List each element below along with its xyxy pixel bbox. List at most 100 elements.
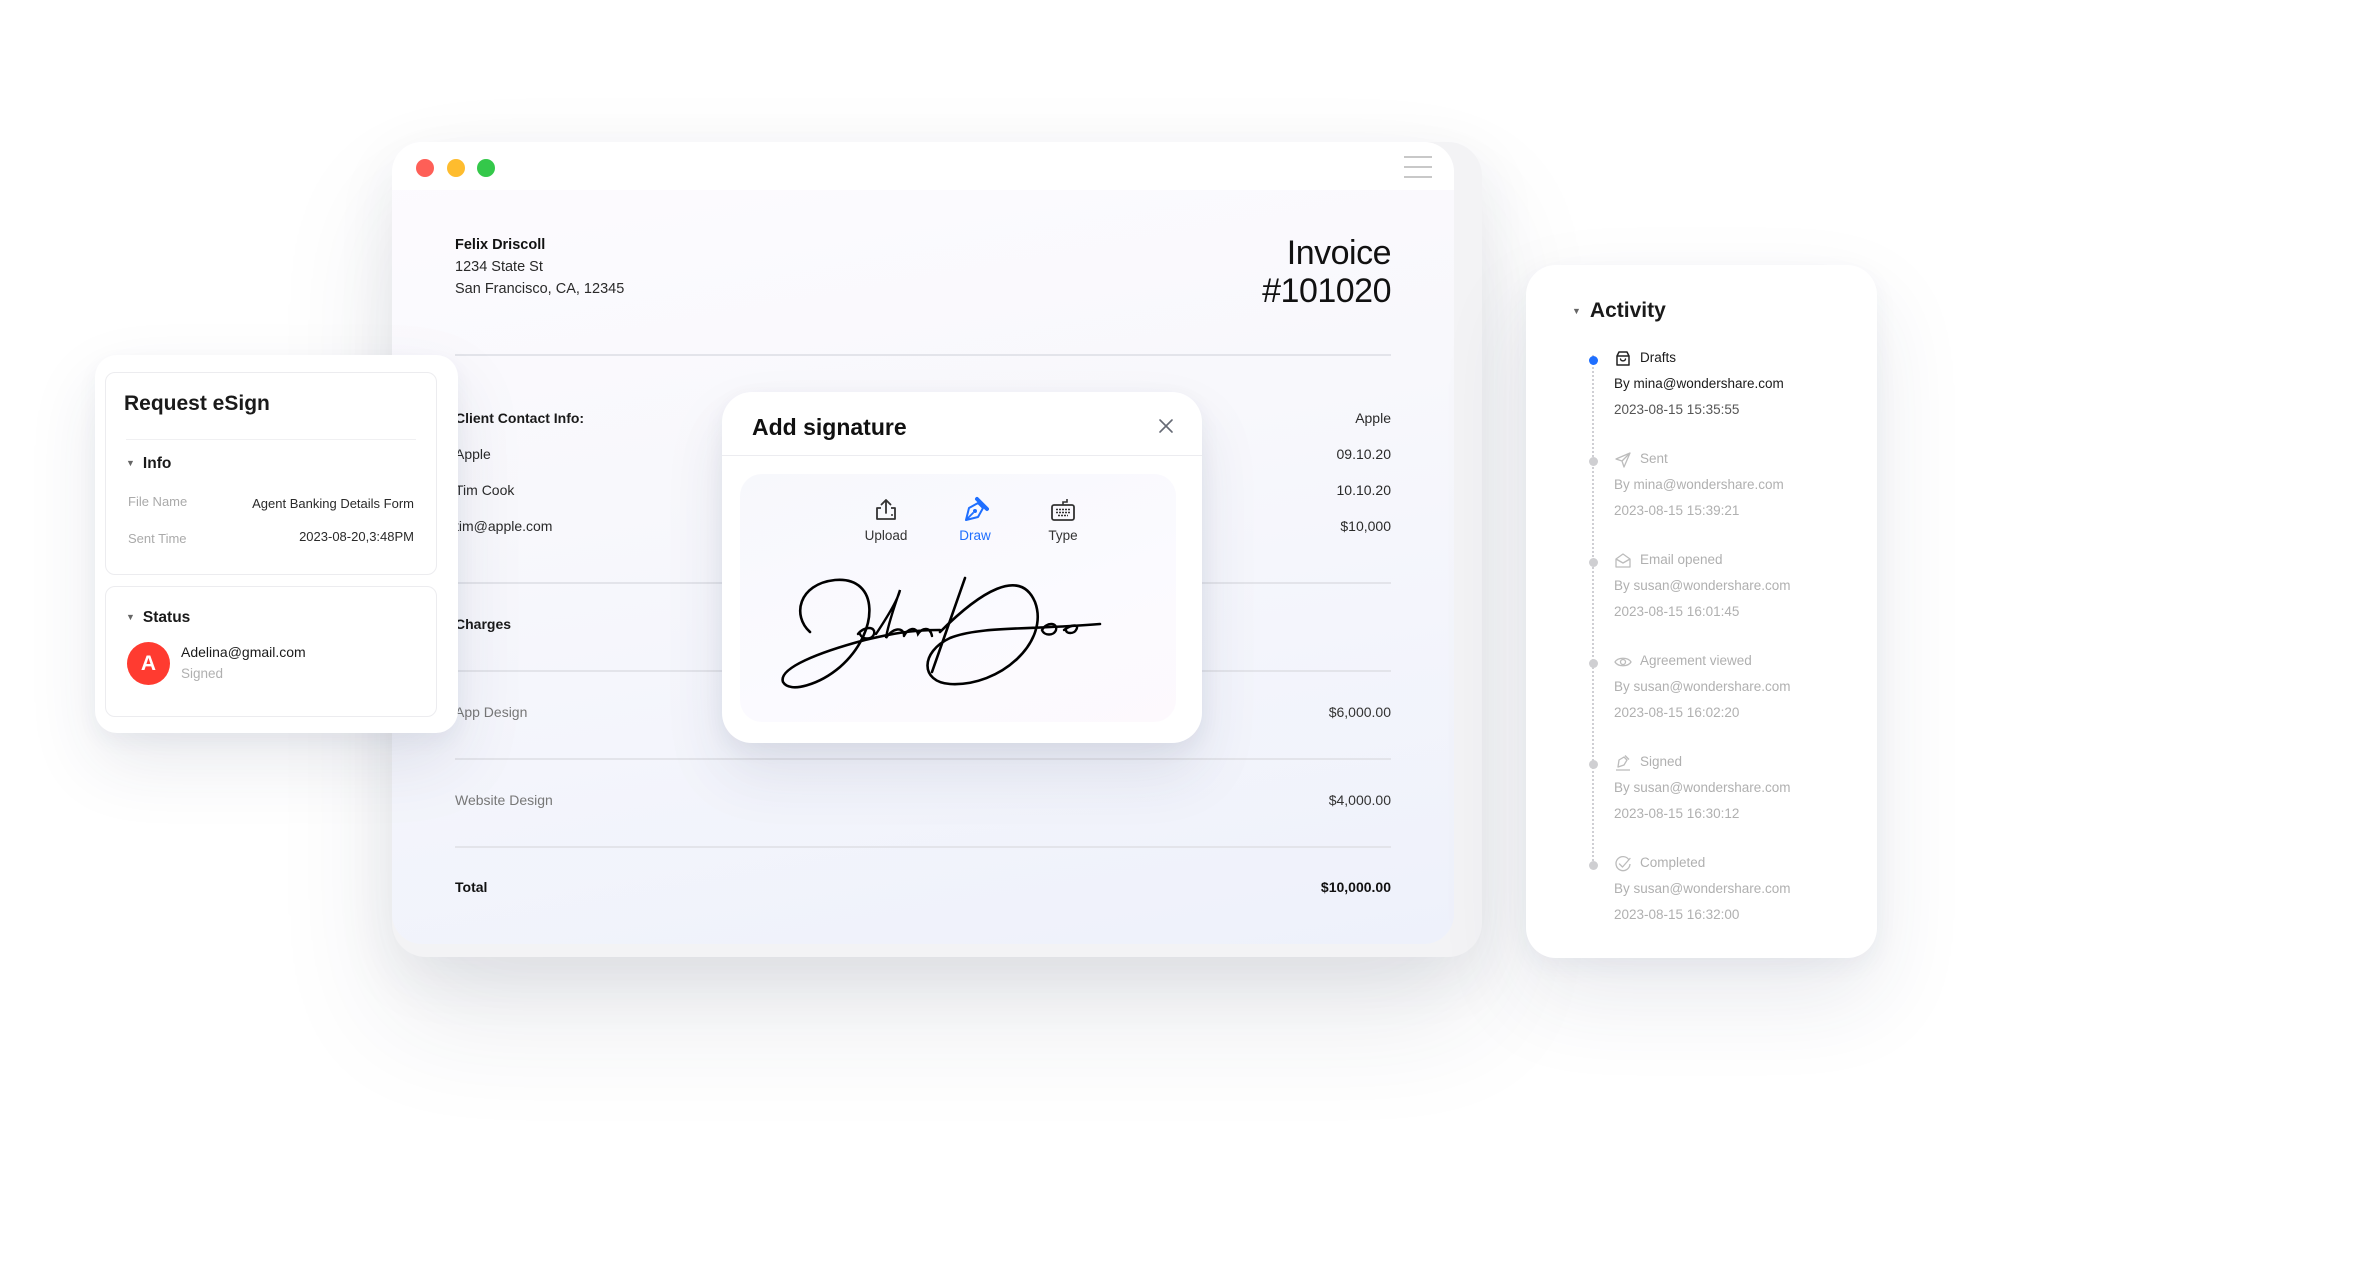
invoice-title-word: Invoice bbox=[1286, 234, 1392, 272]
tab-type[interactable]: Type bbox=[1023, 496, 1103, 543]
timeline-item-email-opened: Email opened By susan@wondershare.com 20… bbox=[1526, 550, 1877, 650]
timeline-time: 2023-08-15 16:30:12 bbox=[1614, 806, 1740, 821]
timeline-time: 2023-08-15 16:02:20 bbox=[1614, 705, 1740, 720]
timeline-label: Completed bbox=[1640, 855, 1706, 870]
upload-icon bbox=[876, 499, 896, 520]
timeline-actor: By susan@wondershare.com bbox=[1614, 679, 1791, 694]
invoice-number: #101020 bbox=[1262, 272, 1391, 310]
info-heading: Info bbox=[142, 455, 172, 472]
pen-icon bbox=[965, 497, 989, 521]
tab-draw-label: Draw bbox=[959, 528, 991, 543]
activity-toggle[interactable]: ▼ Activity bbox=[1572, 299, 1666, 323]
maximize-window-button[interactable] bbox=[477, 159, 495, 177]
client-contact-label: Client Contact Info: bbox=[455, 410, 585, 426]
timeline-label: Drafts bbox=[1640, 350, 1677, 365]
info-section-toggle[interactable]: ▼ Info bbox=[126, 455, 171, 473]
activity-panel: ▼ Activity Drafts By mina@wondershare.com… bbox=[1526, 265, 1877, 958]
divider bbox=[455, 846, 1391, 848]
timeline-actor: By mina@wondershare.com bbox=[1614, 477, 1784, 492]
client-company: Apple bbox=[455, 446, 491, 462]
signature-mode-tabs: Upload Draw Type bbox=[740, 496, 1176, 556]
status-card: ▼ Status A Adelina@gmail.com Signed bbox=[105, 586, 437, 717]
caret-down-icon: ▼ bbox=[126, 458, 135, 468]
signature-drawing bbox=[781, 576, 1102, 689]
client-summary-company: Apple bbox=[1355, 410, 1391, 426]
signature-pad[interactable]: Upload Draw Type bbox=[740, 474, 1176, 722]
timeline-item-completed: Completed By susan@wondershare.com 2023-… bbox=[1526, 853, 1877, 953]
keyboard-icon bbox=[1051, 499, 1075, 521]
divider bbox=[455, 758, 1391, 760]
eye-icon bbox=[1614, 657, 1632, 667]
total-amount: $10,000.00 bbox=[1320, 879, 1391, 895]
timeline-dot bbox=[1589, 558, 1598, 567]
hamburger-icon[interactable] bbox=[1404, 156, 1432, 178]
timeline-item-sent: Sent By mina@wondershare.com 2023-08-15 … bbox=[1526, 449, 1877, 549]
line-item-label: App Design bbox=[455, 704, 528, 720]
signer-email: Adelina@gmail.com bbox=[181, 644, 306, 660]
drafts-icon bbox=[1616, 351, 1630, 366]
amount-due: $10,000 bbox=[1340, 518, 1391, 534]
timeline-actor: By mina@wondershare.com bbox=[1614, 376, 1784, 391]
timeline-time: 2023-08-15 15:39:21 bbox=[1614, 503, 1740, 518]
divider bbox=[455, 354, 1391, 356]
check-circle-icon bbox=[1615, 856, 1631, 872]
line-item-label: Website Design bbox=[455, 792, 553, 808]
timeline-label: Signed bbox=[1640, 754, 1683, 769]
close-window-button[interactable] bbox=[416, 159, 434, 177]
file-name-value: Agent Banking Details Form bbox=[252, 496, 414, 511]
envelope-open-icon bbox=[1615, 553, 1631, 568]
minimize-window-button[interactable] bbox=[447, 159, 465, 177]
timeline-dot bbox=[1589, 457, 1598, 466]
timeline-actor: By susan@wondershare.com bbox=[1614, 881, 1791, 896]
timeline-label: Email opened bbox=[1640, 552, 1723, 567]
line-item-amount: $6,000.00 bbox=[1328, 704, 1391, 720]
caret-down-icon: ▼ bbox=[1572, 306, 1581, 316]
due-date: 10.10.20 bbox=[1336, 482, 1392, 498]
modal-divider bbox=[722, 455, 1202, 456]
timeline-actor: By susan@wondershare.com bbox=[1614, 578, 1791, 593]
client-contact-name: Tim Cook bbox=[455, 482, 515, 498]
timeline-dot bbox=[1589, 861, 1598, 870]
timeline-actor: By susan@wondershare.com bbox=[1614, 780, 1791, 795]
timeline-time: 2023-08-15 16:01:45 bbox=[1614, 604, 1740, 619]
timeline-time: 2023-08-15 16:32:00 bbox=[1614, 907, 1740, 922]
divider bbox=[126, 439, 416, 440]
timeline-item-signed: Signed By susan@wondershare.com 2023-08-… bbox=[1526, 752, 1877, 852]
invoice-date: 09.10.20 bbox=[1336, 446, 1392, 462]
timeline-dot bbox=[1589, 356, 1598, 365]
close-icon[interactable] bbox=[1156, 416, 1176, 436]
timeline-time: 2023-08-15 15:35:55 bbox=[1614, 402, 1740, 417]
invoice-title: Invoice #101020 bbox=[1262, 234, 1391, 310]
signer-status: Signed bbox=[181, 666, 224, 681]
timeline-dot bbox=[1589, 659, 1598, 668]
sender-address: Felix Driscoll 1234 State St San Francis… bbox=[455, 234, 624, 300]
activity-title: Activity bbox=[1589, 299, 1666, 322]
file-name-key: File Name bbox=[128, 494, 188, 509]
send-icon bbox=[1615, 452, 1631, 468]
tab-type-label: Type bbox=[1048, 528, 1078, 543]
tab-upload-label: Upload bbox=[864, 528, 908, 543]
sender-name: Felix Driscoll bbox=[455, 237, 546, 253]
timeline-dot bbox=[1589, 760, 1598, 769]
title-bar bbox=[392, 142, 1454, 190]
avatar: A bbox=[127, 642, 170, 685]
sender-address-line2: San Francisco, CA, 12345 bbox=[455, 281, 625, 297]
total-label: Total bbox=[455, 879, 488, 895]
timeline-label: Agreement viewed bbox=[1640, 653, 1752, 668]
charges-label: Charges bbox=[455, 616, 512, 632]
modal-title: Add signature bbox=[752, 414, 907, 440]
status-section-toggle[interactable]: ▼ Status bbox=[126, 609, 190, 627]
sender-address-line1: 1234 State St bbox=[455, 259, 543, 275]
add-signature-modal: Add signature Upload Draw Type bbox=[722, 392, 1202, 743]
signed-icon bbox=[1616, 755, 1630, 771]
tab-draw[interactable]: Draw bbox=[935, 496, 1015, 543]
timeline-label: Sent bbox=[1640, 451, 1668, 466]
sent-time-value: 2023-08-20,3:48PM bbox=[299, 529, 414, 544]
caret-down-icon: ▼ bbox=[126, 612, 135, 622]
tab-upload[interactable]: Upload bbox=[846, 496, 926, 543]
sent-time-key: Sent Time bbox=[128, 531, 187, 546]
timeline-item-agreement-viewed: Agreement viewed By susan@wondershare.co… bbox=[1526, 651, 1877, 751]
timeline-item-drafts: Drafts By mina@wondershare.com 2023-08-1… bbox=[1526, 348, 1877, 448]
client-email: tim@apple.com bbox=[455, 518, 553, 534]
status-heading: Status bbox=[142, 609, 191, 626]
